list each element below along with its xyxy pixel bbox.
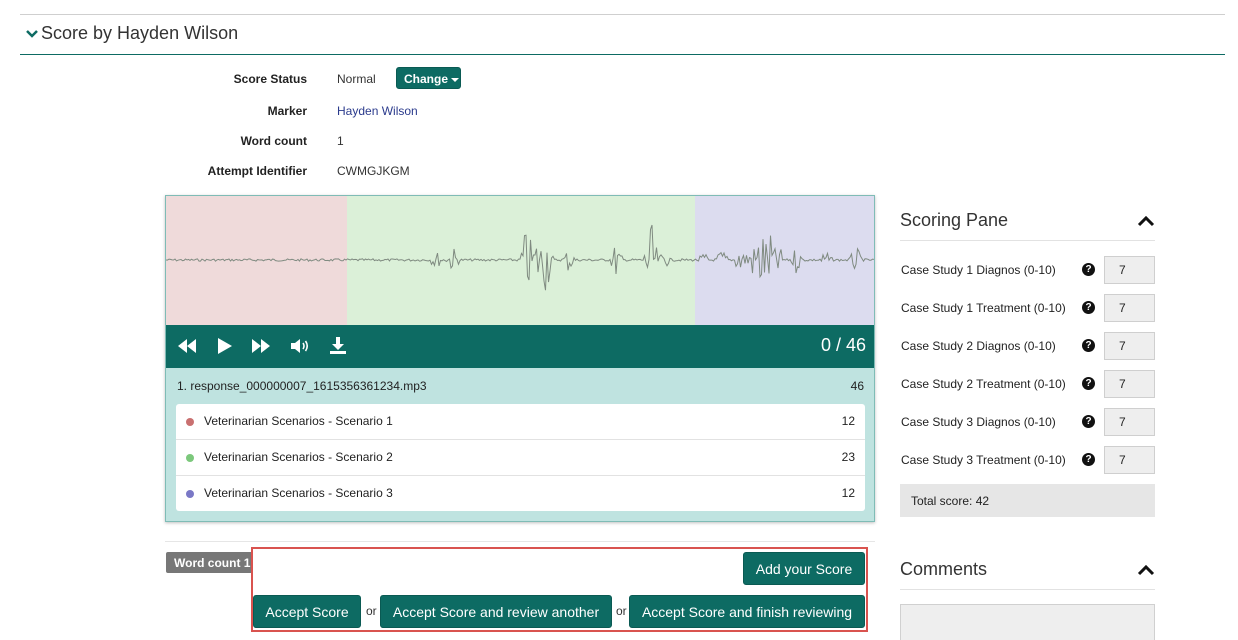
change-label: Change [404, 72, 449, 86]
criterion-row: Case Study 2 Treatment (0-10) ? 7 [901, 370, 1156, 398]
attempt-identifier-label: Attempt Identifier [207, 164, 307, 178]
add-score-button[interactable]: Add your Score [743, 552, 865, 585]
help-icon[interactable]: ? [1082, 377, 1095, 390]
accept-score-button[interactable]: Accept Score [253, 595, 361, 628]
marker-link[interactable]: Hayden Wilson [337, 104, 418, 118]
total-score: Total score: 42 [900, 484, 1155, 517]
criterion-label: Case Study 1 Treatment (0-10) [901, 301, 1066, 315]
criterion-label: Case Study 1 Diagnos (0-10) [901, 263, 1056, 277]
segment-count: 12 [841, 414, 855, 428]
criterion-score-input[interactable]: 7 [1104, 446, 1155, 474]
top-divider [20, 14, 1225, 15]
section-title: Score by Hayden Wilson [41, 23, 239, 43]
file-duration: 46 [850, 379, 864, 393]
marker-label: Marker [267, 104, 307, 118]
comments-divider [900, 589, 1155, 590]
segment-count: 12 [841, 486, 855, 500]
score-status-label: Score Status [233, 72, 307, 86]
segment-item[interactable]: Veterinarian Scenarios - Scenario 3 12 [176, 476, 865, 512]
caret-down-icon [451, 77, 460, 82]
criterion-score-input[interactable]: 7 [1104, 294, 1155, 322]
help-icon[interactable]: ? [1082, 339, 1095, 352]
score-section-header[interactable]: Score by Hayden Wilson [20, 22, 1225, 55]
segment-item[interactable]: Veterinarian Scenarios - Scenario 1 12 [176, 404, 865, 440]
criterion-score-input[interactable]: 7 [1104, 370, 1155, 398]
criterion-score-input[interactable]: 7 [1104, 256, 1155, 284]
score-status-value: Normal [337, 72, 376, 86]
criterion-label: Case Study 3 Diagnos (0-10) [901, 415, 1056, 429]
segment-name: Veterinarian Scenarios - Scenario 2 [204, 450, 393, 464]
file-row[interactable]: 1. response_000000007_1615356361234.mp3 … [166, 368, 874, 404]
segment-color-dot [186, 418, 194, 426]
word-count-value: 1 [337, 134, 344, 148]
word-count-label: Word count [240, 134, 307, 148]
help-icon[interactable]: ? [1082, 453, 1095, 466]
help-icon[interactable]: ? [1082, 301, 1095, 314]
file-name: 1. response_000000007_1615356361234.mp3 [177, 379, 427, 393]
segment-name: Veterinarian Scenarios - Scenario 3 [204, 486, 393, 500]
criterion-row: Case Study 2 Diagnos (0-10) ? 7 [901, 332, 1156, 360]
scoring-pane-divider [900, 240, 1155, 241]
chevron-down-icon[interactable] [26, 28, 38, 40]
playback-time: 0 / 46 [820, 335, 866, 355]
criterion-row: Case Study 1 Treatment (0-10) ? 7 [901, 294, 1156, 322]
segment-color-dot [186, 490, 194, 498]
criterion-score-input[interactable]: 7 [1104, 332, 1155, 360]
help-icon[interactable]: ? [1082, 263, 1095, 276]
comments-title: Comments [900, 559, 988, 579]
criterion-label: Case Study 2 Diagnos (0-10) [901, 339, 1056, 353]
player-controls: 0 / 46 [166, 325, 874, 368]
change-status-button[interactable]: Change [396, 67, 461, 89]
accept-and-review-another-button[interactable]: Accept Score and review another [380, 595, 612, 628]
rewind-icon[interactable] [176, 335, 198, 357]
segment-color-dot [186, 454, 194, 462]
segment-list: Veterinarian Scenarios - Scenario 1 12 V… [176, 404, 865, 511]
audio-player: 0 / 46 1. response_000000007_16153563612… [165, 195, 875, 522]
comments-textarea[interactable] [900, 604, 1155, 640]
volume-icon[interactable] [289, 335, 311, 357]
actions-divider [165, 541, 875, 542]
criterion-score-input[interactable]: 7 [1104, 408, 1155, 436]
help-icon[interactable]: ? [1082, 415, 1095, 428]
word-count-badge: Word count 1 [166, 552, 253, 573]
accept-and-finish-reviewing-button[interactable]: Accept Score and finish reviewing [629, 595, 865, 628]
fast-forward-icon[interactable] [250, 335, 272, 357]
criterion-label: Case Study 2 Treatment (0-10) [901, 377, 1066, 391]
or-separator: or [366, 604, 377, 618]
download-icon[interactable] [327, 335, 349, 357]
segment-item[interactable]: Veterinarian Scenarios - Scenario 2 23 [176, 440, 865, 476]
chevron-up-icon[interactable] [1137, 214, 1155, 228]
criterion-row: Case Study 3 Treatment (0-10) ? 7 [901, 446, 1156, 474]
attempt-identifier-value: CWMGJKGM [337, 164, 410, 178]
play-icon[interactable] [213, 335, 235, 357]
criterion-label: Case Study 3 Treatment (0-10) [901, 453, 1066, 467]
criterion-row: Case Study 3 Diagnos (0-10) ? 7 [901, 408, 1156, 436]
waveform[interactable] [166, 196, 874, 325]
criterion-row: Case Study 1 Diagnos (0-10) ? 7 [901, 256, 1156, 284]
scoring-pane-title: Scoring Pane [900, 210, 1009, 230]
segment-count: 23 [841, 450, 855, 464]
segment-name: Veterinarian Scenarios - Scenario 1 [204, 414, 393, 428]
or-separator: or [616, 604, 627, 618]
chevron-up-icon[interactable] [1137, 563, 1155, 577]
